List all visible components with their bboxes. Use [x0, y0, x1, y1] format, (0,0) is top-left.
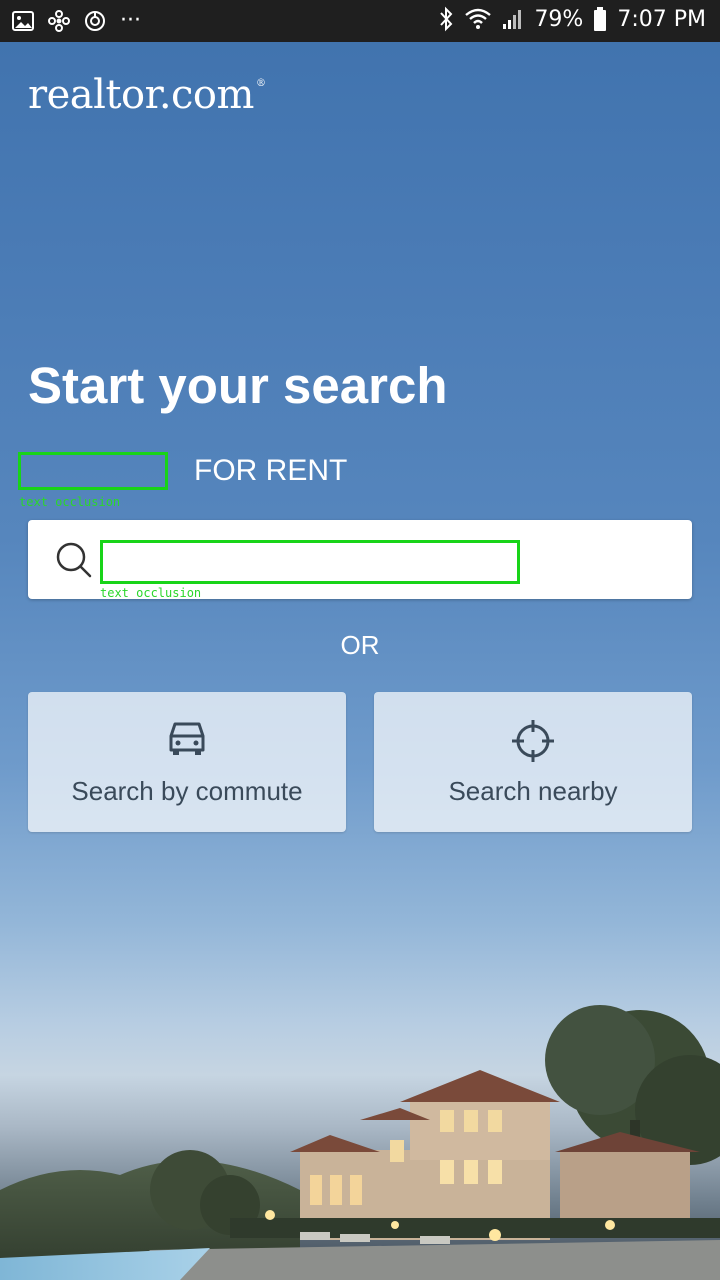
search-bar[interactable]: text occlusion: [28, 520, 692, 600]
search-by-commute-label: Search by commute: [71, 776, 303, 806]
clock: 7:07 PM: [617, 6, 706, 32]
bluetooth-icon: [438, 6, 454, 32]
signal-icon: [502, 8, 524, 30]
battery-percentage: 79%: [534, 6, 584, 32]
search-nearby-label: Search nearby: [448, 776, 618, 806]
crosshair-icon: [374, 718, 692, 764]
tab-for-rent[interactable]: FOR RENT: [194, 450, 347, 492]
search-nearby-button[interactable]: Search nearby: [374, 692, 692, 832]
page-title: Start your search: [28, 357, 448, 414]
battery-icon: [593, 6, 607, 32]
wifi-icon: [464, 7, 492, 31]
house-background-image: [0, 1005, 720, 1280]
status-notifications: ···: [12, 8, 141, 33]
sync-icon: [84, 10, 106, 32]
status-bar: ··· 79% 7:07 PM: [0, 0, 720, 42]
car-icon: [28, 718, 346, 758]
search-icon: [54, 540, 94, 585]
occlusion-label-search: text occlusion: [100, 586, 202, 600]
occlusion-label-tab: text occlusion: [19, 495, 121, 509]
app-screen: ··· 79% 7:07 PM realtor.com ® Start your …: [0, 0, 720, 1280]
search-by-commute-button[interactable]: Search by commute: [28, 692, 346, 832]
logo-text: realtor.com: [28, 72, 254, 118]
or-divider: OR: [340, 630, 380, 660]
gallery-icon: [12, 10, 34, 32]
fan-icon: [48, 9, 70, 32]
tab-for-sale[interactable]: text occlusion: [18, 452, 168, 509]
search-input[interactable]: [100, 540, 520, 584]
status-overflow: ···: [120, 8, 141, 33]
status-system: 79% 7:07 PM: [438, 6, 706, 32]
realtor-logo: realtor.com ®: [28, 72, 266, 118]
listing-type-tabs: text occlusion FOR RENT: [18, 450, 347, 509]
logo-registered-mark: ®: [255, 78, 266, 89]
